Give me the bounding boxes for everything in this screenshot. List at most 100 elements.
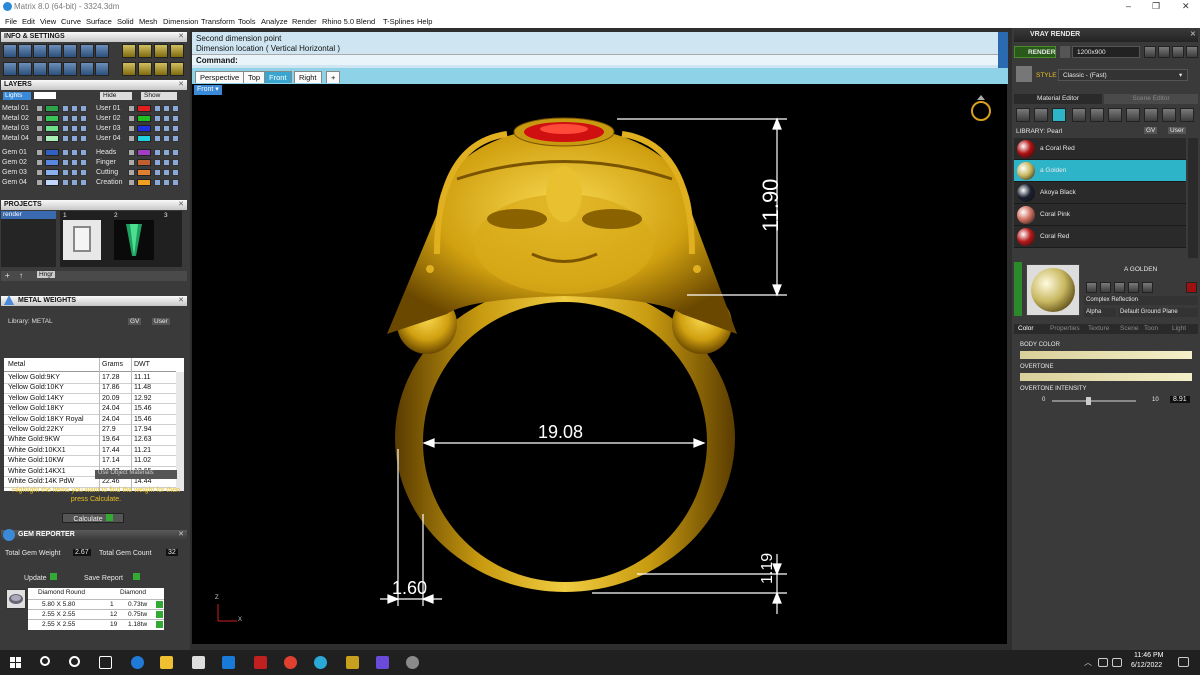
table-row[interactable]: White Gold:9KW 19.64 12.63 (4, 435, 176, 446)
layer-color-swatch[interactable] (45, 159, 59, 166)
material-item[interactable]: Coral Red (1014, 226, 1186, 248)
select-icon[interactable] (80, 169, 87, 176)
menu-mesh[interactable]: Mesh (139, 17, 157, 26)
close-icon[interactable]: ✕ (178, 200, 184, 210)
menu-curve[interactable]: Curve (61, 17, 81, 26)
ring-icon[interactable] (138, 44, 152, 58)
projects-header[interactable]: PROJECTS ✕ (1, 200, 187, 210)
settings-icon[interactable] (3, 44, 17, 58)
camera-icon[interactable] (95, 62, 109, 76)
lock-icon[interactable] (62, 179, 69, 186)
layer-arrow-icon[interactable] (36, 115, 43, 122)
shade-icon[interactable] (63, 62, 77, 76)
tab-material-editor[interactable]: Material Editor (1014, 94, 1102, 104)
layer-arrow-icon[interactable] (128, 105, 135, 112)
layer-arrow-icon[interactable] (128, 149, 135, 156)
box-icon[interactable] (18, 62, 32, 76)
gem-icon[interactable] (122, 44, 136, 58)
alpha-field[interactable]: Alpha (1084, 308, 1116, 317)
layer-color-swatch[interactable] (137, 135, 151, 142)
store-icon[interactable] (192, 656, 205, 669)
material-item[interactable]: Coral Pink (1014, 204, 1186, 226)
tab-front[interactable]: Front (264, 71, 292, 83)
tray-chevron-icon[interactable]: ︿ (1084, 657, 1092, 668)
lock-icon[interactable] (62, 125, 69, 132)
visibility-icon[interactable] (163, 135, 170, 142)
table-row[interactable]: Yellow Gold:14KY 20.09 12.92 (4, 394, 176, 405)
select-icon[interactable] (80, 179, 87, 186)
layer-arrow-icon[interactable] (128, 159, 135, 166)
layer-arrow-icon[interactable] (128, 115, 135, 122)
lock-icon[interactable] (154, 125, 161, 132)
select-icon[interactable] (172, 179, 179, 186)
visibility-icon[interactable] (163, 115, 170, 122)
bezel-icon[interactable] (154, 62, 168, 76)
layer-arrow-icon[interactable] (36, 105, 43, 112)
calculate-button[interactable]: Calculate (62, 513, 124, 523)
collapse-handle[interactable] (1014, 262, 1022, 316)
menu-render[interactable]: Render (292, 17, 317, 26)
pave-icon[interactable] (122, 62, 136, 76)
band-icon[interactable] (138, 62, 152, 76)
subtab-scene[interactable]: Scene (1120, 325, 1138, 332)
preview-tool-icon[interactable] (1086, 282, 1097, 293)
lock-icon[interactable] (1172, 46, 1184, 58)
select-icon[interactable] (80, 115, 87, 122)
lock-icon[interactable] (154, 105, 161, 112)
setting-icon[interactable] (154, 44, 168, 58)
overtone-slider[interactable] (1020, 373, 1192, 381)
subtab-properties[interactable]: Properties (1050, 325, 1080, 332)
menu-tools[interactable]: Tools (238, 17, 256, 26)
material-tool-icon[interactable] (1016, 108, 1030, 122)
next-icon[interactable] (1158, 46, 1170, 58)
select-icon[interactable] (172, 105, 179, 112)
gem-row-arrow-icon[interactable] (156, 611, 163, 618)
select-icon[interactable] (80, 135, 87, 142)
layer-row[interactable]: Heads (96, 148, 184, 157)
layer-color-swatch[interactable] (137, 179, 151, 186)
table-row[interactable]: Yellow Gold:9KY 17.28 11.11 (4, 373, 176, 384)
expand-icon[interactable] (1186, 46, 1198, 58)
command-input[interactable]: Command: (192, 54, 1000, 65)
hinge-button[interactable]: Hngr (37, 271, 56, 278)
show-button[interactable]: Show (141, 92, 177, 100)
lock-icon[interactable] (154, 179, 161, 186)
menu-blend[interactable]: Blend (356, 17, 375, 26)
minimize-button[interactable]: – (1126, 1, 1131, 11)
preview-tool-icon[interactable] (1100, 282, 1111, 293)
layer-arrow-icon[interactable] (36, 135, 43, 142)
front-viewport[interactable]: Front ▾ 11.90 19.08 1.60 1.19 Z X (192, 84, 1007, 644)
table-row[interactable]: White Gold:10KX1 17.44 11.21 (4, 446, 176, 457)
visibility-icon[interactable] (163, 159, 170, 166)
chrome-icon[interactable] (284, 656, 297, 669)
user-toggle[interactable]: User (152, 318, 170, 325)
menu-help[interactable]: Help (417, 17, 432, 26)
prong-icon[interactable] (170, 44, 184, 58)
layer-color-swatch[interactable] (45, 179, 59, 186)
app-icon[interactable] (376, 656, 389, 669)
close-button[interactable]: ✕ (1182, 1, 1190, 12)
lock-icon[interactable] (154, 115, 161, 122)
visibility-icon[interactable] (71, 135, 78, 142)
tab-right[interactable]: Right (294, 71, 322, 83)
visibility-icon[interactable] (71, 105, 78, 112)
select-icon[interactable] (172, 159, 179, 166)
visibility-icon[interactable] (71, 149, 78, 156)
visibility-icon[interactable] (163, 179, 170, 186)
layer-arrow-icon[interactable] (128, 135, 135, 142)
window-icon[interactable] (48, 44, 62, 58)
prev-icon[interactable] (1144, 46, 1156, 58)
select-icon[interactable] (172, 125, 179, 132)
menu-surface[interactable]: Surface (86, 17, 112, 26)
lock-icon[interactable] (62, 149, 69, 156)
layer-row[interactable]: Metal 04 (2, 134, 90, 143)
lights-color-swatch[interactable] (34, 92, 56, 99)
layer-row[interactable]: User 03 (96, 124, 184, 133)
subtab-texture[interactable]: Texture (1088, 325, 1109, 332)
maximize-button[interactable]: ❐ (1152, 1, 1160, 12)
select-icon[interactable] (80, 105, 87, 112)
display-icon[interactable] (63, 44, 77, 58)
table-row[interactable]: Yellow Gold:22KY 27.9 17.94 (4, 425, 176, 436)
layer-color-swatch[interactable] (45, 115, 59, 122)
thumbnail-box[interactable] (63, 220, 101, 260)
